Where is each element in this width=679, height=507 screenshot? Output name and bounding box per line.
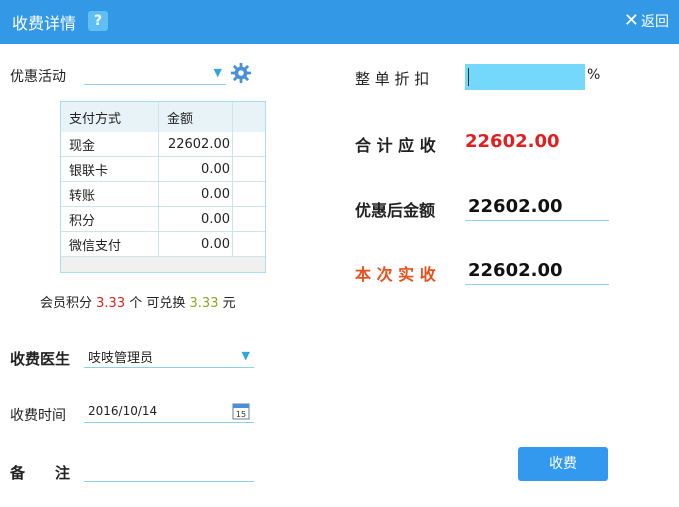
points-value: 3.33 — [96, 296, 126, 311]
close-icon: ✕ — [623, 10, 639, 31]
back-label: 返回 — [641, 14, 669, 30]
payment-amount[interactable]: 0.00 — [158, 231, 233, 257]
table-row[interactable]: 微信支付 0.00 — [61, 231, 265, 257]
doctor-value: 吱吱管理员 — [88, 351, 154, 366]
member-points: 会员积分 3.33 个 可兑换 3.33 元 — [40, 296, 236, 311]
actual-value[interactable]: 22602.00 — [468, 260, 563, 281]
payment-amount[interactable]: 0.00 — [158, 181, 233, 207]
remark-input[interactable] — [84, 461, 254, 482]
table-row[interactable]: 积分 0.00 — [61, 206, 265, 232]
percent-unit: % — [587, 67, 601, 83]
total-due-value: 22602.00 — [465, 131, 560, 152]
help-icon[interactable]: ? — [88, 11, 108, 31]
payment-table: 支付方式 金额 现金 22602.00 银联卡 0.00 转账 0.00 积分 … — [60, 101, 266, 273]
actual-label: 本 次 实 收 — [355, 265, 436, 284]
payment-method: 积分 — [61, 206, 159, 232]
exchange-value: 3.33 — [189, 296, 219, 311]
remark-label: 备 注 — [10, 464, 71, 482]
total-due-label: 合 计 应 收 — [355, 136, 436, 155]
payment-amount[interactable]: 0.00 — [158, 156, 233, 182]
charge-button[interactable]: 收费 — [518, 447, 608, 481]
table-row[interactable]: 转账 0.00 — [61, 181, 265, 207]
column-header-method: 支付方式 — [61, 102, 159, 132]
chevron-down-icon: ▼ — [241, 349, 250, 362]
actual-underline — [465, 284, 609, 285]
payment-amount[interactable]: 0.00 — [158, 206, 233, 232]
calendar-icon[interactable]: 15 — [232, 402, 250, 420]
discount-label: 整 单 折 扣 — [355, 70, 430, 88]
table-row[interactable]: 现金 22602.00 — [61, 132, 265, 157]
discount-input[interactable] — [465, 64, 585, 90]
after-discount-underline — [465, 220, 609, 221]
column-header-extra — [232, 102, 265, 132]
gear-icon[interactable] — [230, 62, 252, 84]
payment-method: 银联卡 — [61, 156, 159, 182]
charge-time-field[interactable]: 2016/10/14 15 — [84, 402, 254, 423]
payment-amount[interactable]: 22602.00 — [158, 132, 233, 157]
charge-time-value: 2016/10/14 — [88, 404, 158, 418]
back-button[interactable]: ✕ 返回 — [624, 11, 669, 31]
payment-method: 微信支付 — [61, 231, 159, 257]
after-discount-label: 优惠后金额 — [355, 201, 436, 220]
svg-text:15: 15 — [236, 410, 246, 419]
charge-time-label: 收费时间 — [10, 408, 66, 424]
payment-method: 现金 — [61, 132, 159, 157]
doctor-select[interactable]: 吱吱管理员 ▼ — [84, 347, 254, 368]
payment-method: 转账 — [61, 181, 159, 207]
after-discount-value[interactable]: 22602.00 — [468, 196, 563, 217]
doctor-label: 收费医生 — [10, 350, 71, 368]
discount-fill — [465, 64, 585, 90]
promo-label: 优惠活动 — [10, 69, 66, 85]
window-title: 收费详情 — [12, 14, 77, 33]
title-bar: 收费详情 ? ✕ 返回 — [0, 0, 679, 44]
promo-select[interactable]: ▼ — [84, 64, 226, 85]
chevron-down-icon: ▼ — [213, 66, 222, 79]
column-header-amount: 金额 — [158, 102, 233, 132]
table-row[interactable]: 银联卡 0.00 — [61, 156, 265, 182]
text-cursor — [468, 68, 469, 86]
